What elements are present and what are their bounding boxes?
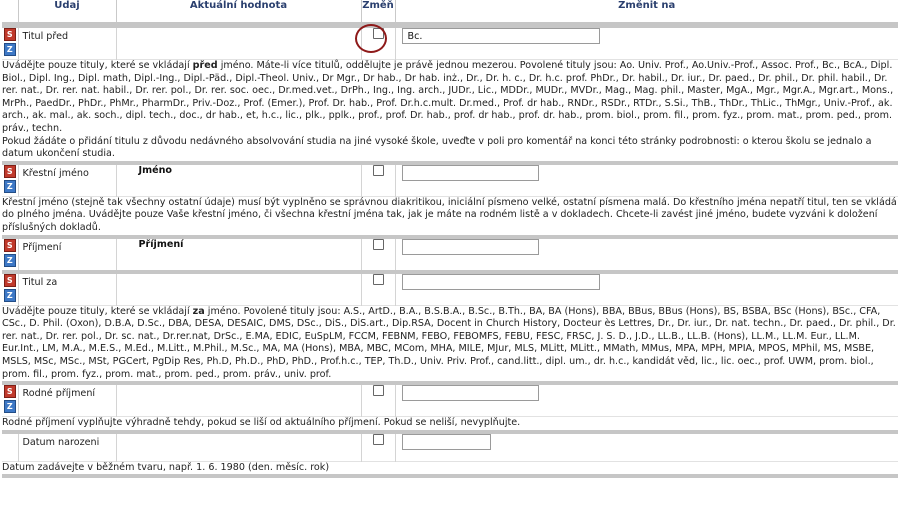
current-value-rodne-prijmeni [115, 385, 361, 417]
new-value-input-titul-pred[interactable]: Bc. [401, 28, 600, 44]
personal-data-form: Údaj Aktuální hodnota Změň Změnit na S Z… [0, 0, 900, 531]
field-label-krestni-jmeno: Křestní jméno [17, 164, 116, 197]
new-value-cell: Bc. [394, 28, 898, 60]
row-icons: S Z [2, 385, 18, 417]
z-icon[interactable]: Z [3, 288, 16, 302]
s-icon[interactable]: S [3, 385, 16, 399]
help-row-datum-narozeni: Datum zadávejte v běžném tvaru, např. 1.… [2, 460, 898, 475]
help-text-datum-narozeni: Datum zadávejte v běžném tvaru, např. 1.… [2, 460, 898, 475]
form-table: Údaj Aktuální hodnota Změň Změnit na S Z… [2, 0, 898, 479]
new-value-input-titul-za[interactable] [401, 273, 600, 290]
change-checkbox-datum-narozeni[interactable] [372, 433, 384, 445]
help-text-rodne-prijmeni: Rodné příjmení vyplňujte výhradně tehdy,… [2, 416, 898, 430]
new-value-cell [394, 238, 898, 270]
help-line2: Pokud žádáte o přidání titulu z důvodu n… [2, 135, 872, 160]
separator [2, 474, 898, 479]
change-cell [360, 433, 395, 462]
current-value-prijmeni: Příjmení [115, 238, 361, 270]
change-checkbox-krestni-jmeno[interactable] [372, 164, 384, 176]
new-value-cell [394, 385, 898, 417]
help-bold: za [192, 305, 205, 317]
z-icon[interactable]: Z [3, 253, 16, 267]
header-zmenit-na: Změnit na [394, 0, 898, 22]
new-value-input-rodne-prijmeni[interactable] [401, 385, 539, 402]
row-icons: S Z [2, 28, 18, 60]
new-value-cell [394, 433, 898, 462]
change-cell [360, 164, 395, 197]
field-label-rodne-prijmeni: Rodné příjmení [17, 385, 116, 417]
change-checkbox-prijmeni[interactable] [372, 238, 384, 250]
help-row-titul-za: Uvádějte pouze tituly, které se vkládají… [2, 304, 898, 382]
help-bold: před [192, 60, 218, 71]
change-checkbox-rodne-prijmeni[interactable] [372, 385, 384, 397]
row-titul-pred: S Z Titul před Bc. [2, 28, 898, 60]
change-cell [360, 273, 395, 306]
z-icon[interactable]: Z [3, 400, 16, 414]
row-datum-narozeni: Datum narozeni [2, 433, 898, 462]
s-icon[interactable]: S [3, 273, 16, 287]
s-icon[interactable]: S [3, 238, 16, 252]
current-value-datum-narozeni [115, 433, 361, 462]
field-label-titul-pred: Titul před [17, 28, 116, 60]
help-rest: jméno. Máte-li více titulů, oddělujte je… [2, 60, 894, 134]
z-icon[interactable]: Z [3, 43, 16, 56]
help-prefix: Uvádějte pouze tituly, které se vkládají [2, 60, 193, 71]
field-label-datum-narozeni: Datum narozeni [17, 433, 116, 462]
help-row-rodne-prijmeni: Rodné příjmení vyplňujte výhradně tehdy,… [2, 416, 898, 430]
new-value-input-datum-narozeni[interactable] [401, 433, 491, 450]
new-value-cell [394, 273, 898, 306]
new-value-cell [394, 164, 898, 197]
field-label-prijmeni: Příjmení [17, 238, 116, 270]
change-cell [360, 385, 395, 417]
header-udaj: Údaj [17, 0, 116, 22]
s-icon[interactable]: S [3, 28, 16, 41]
header-row: Údaj Aktuální hodnota Změň Změnit na [2, 0, 898, 22]
help-text-titul-za: Uvádějte pouze tituly, které se vkládají… [2, 304, 898, 382]
help-text-titul-pred: Uvádějte pouze tituly, které se vkládají… [2, 58, 898, 161]
row-krestni-jmeno: S Z Křestní jméno Jméno [2, 164, 898, 197]
current-value-titul-pred [115, 28, 361, 60]
row-rodne-prijmeni: S Z Rodné příjmení [2, 385, 898, 417]
help-row-krestni-jmeno: Křestní jméno (stejně tak všechny ostatn… [2, 195, 898, 235]
row-icons: S Z [2, 164, 18, 197]
row-icons: S Z [2, 238, 18, 270]
current-value-titul-za [115, 273, 361, 306]
row-prijmeni: S Z Příjmení Příjmení [2, 238, 898, 270]
change-cell [360, 238, 395, 270]
current-value-krestni-jmeno: Jméno [115, 164, 361, 197]
help-prefix: Uvádějte pouze tituly, které se vkládají [2, 305, 193, 317]
new-value-input-krestni-jmeno[interactable] [401, 164, 539, 181]
change-checkbox-titul-za[interactable] [372, 273, 384, 285]
help-row-titul-pred: Uvádějte pouze tituly, které se vkládají… [2, 58, 898, 161]
header-aktualni-hodnota: Aktuální hodnota [115, 0, 361, 22]
s-icon[interactable]: S [3, 164, 16, 178]
row-titul-za: S Z Titul za [2, 273, 898, 306]
header-icons-col [2, 0, 18, 22]
header-zmen: Změň [360, 0, 395, 22]
help-text-krestni-jmeno: Křestní jméno (stejně tak všechny ostatn… [2, 195, 898, 235]
change-cell [360, 28, 395, 60]
new-value-input-prijmeni[interactable] [401, 238, 539, 255]
row-icons: S Z [2, 273, 18, 306]
change-checkbox-titul-pred[interactable] [372, 28, 384, 39]
z-icon[interactable]: Z [3, 179, 16, 193]
row-icons [2, 434, 18, 462]
field-label-titul-za: Titul za [17, 273, 116, 306]
